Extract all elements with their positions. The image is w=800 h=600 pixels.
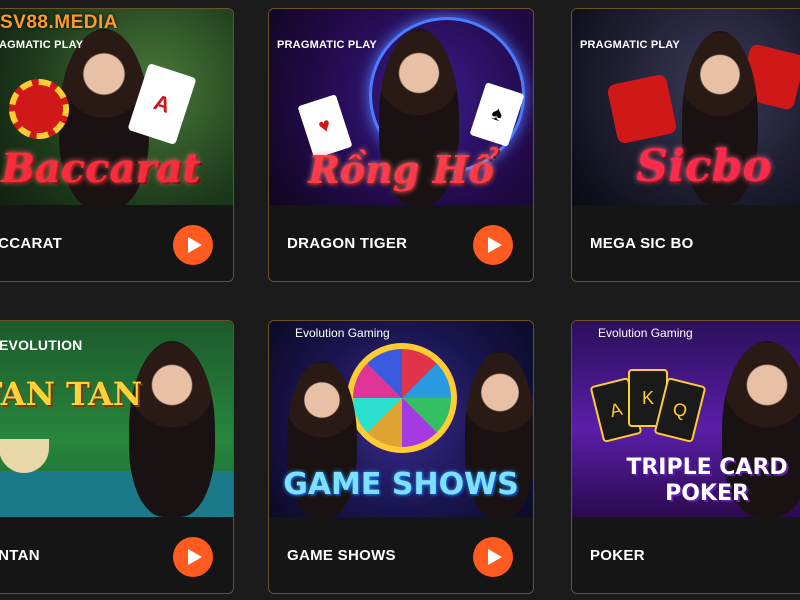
art-title: TRIPLE CARD POKER <box>626 455 788 506</box>
game-artwork[interactable]: EVOLUTION FAN TAN <box>0 321 233 517</box>
game-card-poker[interactable]: A K Q Evolution Gaming TRIPLE CARD POKER… <box>571 320 800 594</box>
card-footer: DRAGON TIGER <box>269 205 533 281</box>
watermark-logo: SV88.MEDIA <box>0 12 118 33</box>
game-card-dragon-tiger[interactable]: ♥ ♠ PRAGMATIC PLAY Rồng Hổ DRAGON TIGER <box>268 8 534 282</box>
game-name[interactable]: ACCARAT <box>0 205 62 281</box>
provider-logo: AGMATIC PLAY <box>0 39 84 51</box>
provider-logo: PRAGMATIC PLAY <box>277 39 377 51</box>
art-title: Sicbo <box>636 141 772 192</box>
game-name[interactable]: ANTAN <box>0 517 40 593</box>
card-footer: POKER <box>572 517 800 593</box>
game-grid: A AGMATIC PLAY Baccarat ACCARAT ♥ ♠ PRAG… <box>0 0 800 600</box>
art-title: GAME SHOWS <box>283 467 519 502</box>
coin-bowl-icon <box>0 439 49 473</box>
play-icon[interactable] <box>173 225 213 265</box>
game-artwork[interactable]: PRAGMATIC PLAY Sicbo <box>572 9 800 205</box>
art-title: FAN TAN <box>0 375 143 413</box>
provider-logo: EVOLUTION <box>0 337 83 353</box>
game-card-fantan[interactable]: EVOLUTION FAN TAN ANTAN <box>0 320 234 594</box>
play-icon[interactable] <box>473 537 513 577</box>
game-artwork[interactable]: ♥ ♠ PRAGMATIC PLAY Rồng Hổ <box>269 9 533 205</box>
provider-logo: PRAGMATIC PLAY <box>580 39 680 51</box>
play-icon[interactable] <box>173 537 213 577</box>
chip-stack-icon <box>9 79 69 139</box>
provider-logo: Evolution Gaming <box>598 326 693 340</box>
dice-icon <box>606 73 678 145</box>
game-artwork[interactable]: A AGMATIC PLAY Baccarat <box>0 9 233 205</box>
art-title: Rồng Hổ <box>308 147 494 192</box>
game-name[interactable]: GAME SHOWS <box>287 517 396 593</box>
game-name[interactable]: POKER <box>590 517 645 593</box>
dealer-figure <box>129 341 215 517</box>
game-name[interactable]: DRAGON TIGER <box>287 205 407 281</box>
art-title: Baccarat <box>1 145 201 192</box>
card-footer: ANTAN <box>0 517 233 593</box>
game-card-mega-sic-bo[interactable]: PRAGMATIC PLAY Sicbo MEGA SIC BO <box>571 8 800 282</box>
card-footer: MEGA SIC BO <box>572 205 800 281</box>
game-card-baccarat[interactable]: A AGMATIC PLAY Baccarat ACCARAT <box>0 8 234 282</box>
card-footer: GAME SHOWS <box>269 517 533 593</box>
game-artwork[interactable]: A K Q Evolution Gaming TRIPLE CARD POKER <box>572 321 800 517</box>
provider-logo: Evolution Gaming <box>295 326 390 340</box>
prize-wheel-icon <box>347 343 457 453</box>
game-artwork[interactable]: Evolution Gaming GAME SHOWS <box>269 321 533 517</box>
game-name[interactable]: MEGA SIC BO <box>590 205 694 281</box>
card-footer: ACCARAT <box>0 205 233 281</box>
game-card-game-shows[interactable]: Evolution Gaming GAME SHOWS GAME SHOWS <box>268 320 534 594</box>
play-icon[interactable] <box>473 225 513 265</box>
